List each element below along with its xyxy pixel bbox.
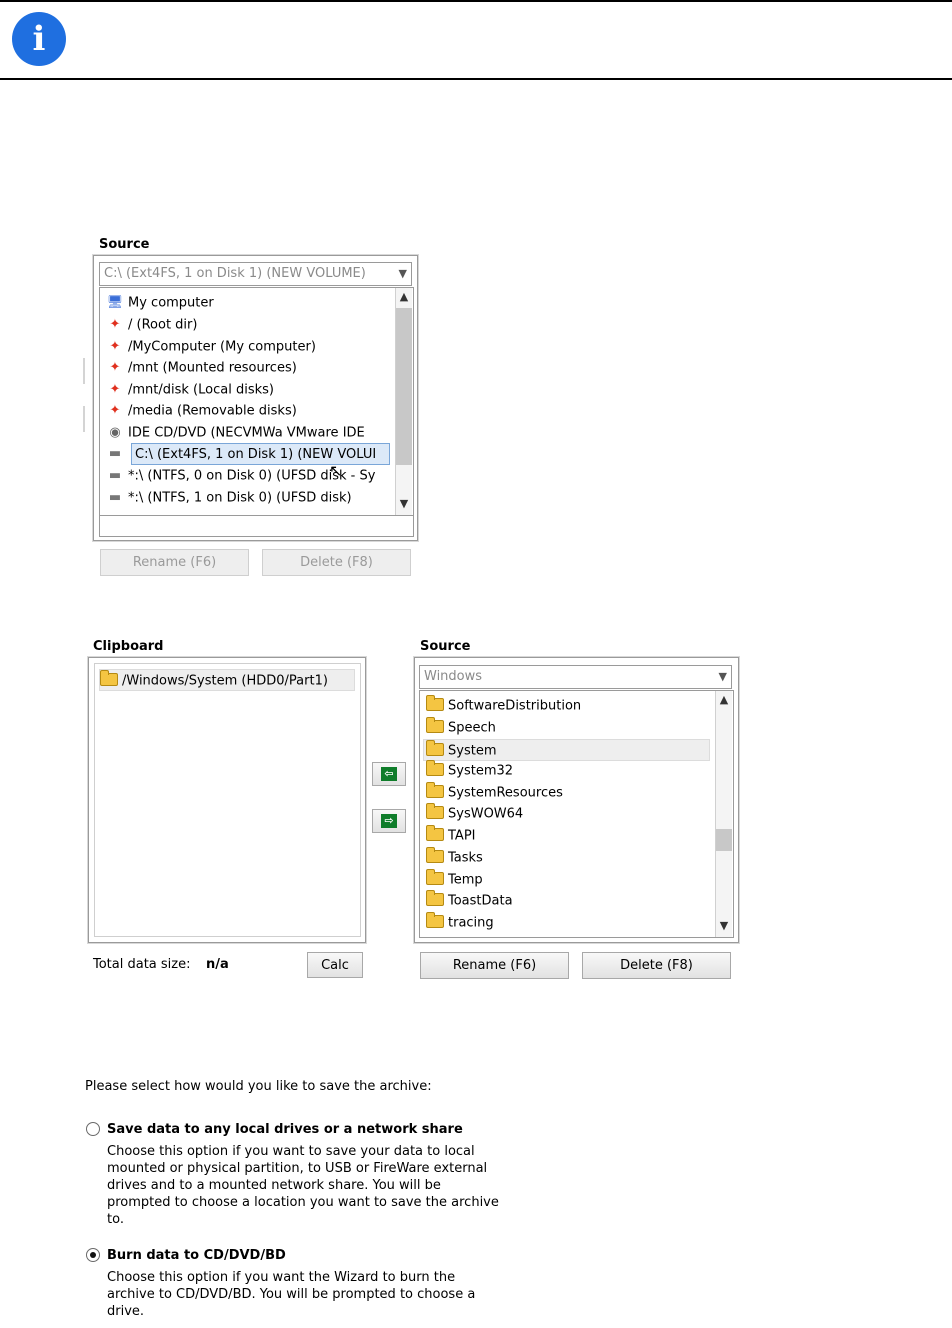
delete-button-1[interactable]: Delete (F8): [262, 549, 411, 576]
move-right-button[interactable]: ⇨: [372, 809, 406, 833]
mouse-cursor-icon: ↖: [329, 461, 343, 480]
arrow-left-icon: ⇦: [381, 767, 397, 781]
list-item[interactable]: SystemResources: [426, 782, 563, 804]
scroll-up-icon[interactable]: ▲: [396, 290, 412, 303]
linux-icon: ✦: [109, 403, 121, 418]
source-label-1: Source: [99, 237, 150, 252]
scroll-thumb[interactable]: [396, 308, 412, 465]
folder-icon: [426, 890, 444, 906]
cd-icon: ◉: [109, 425, 121, 440]
chevron-down-icon: ▼: [718, 670, 727, 683]
burn-disc-radio[interactable]: [86, 1248, 100, 1262]
list-item[interactable]: ✦/mnt (Mounted resources): [106, 357, 297, 379]
list-item[interactable]: ▬ *:\ (NTFS, 1 on Disk 0) (UFSD disk): [106, 487, 352, 509]
list-item[interactable]: SysWOW64: [426, 803, 523, 825]
save-local-radio[interactable]: [86, 1122, 100, 1136]
folder-icon: [426, 825, 444, 841]
list-item[interactable]: Speech: [426, 717, 496, 739]
list-item[interactable]: ✦/MyComputer (My computer): [106, 336, 316, 358]
scroll-down-icon[interactable]: ▼: [396, 497, 412, 510]
chevron-down-icon: ▼: [398, 267, 407, 280]
list-item[interactable]: ◉ IDE CD/DVD (NECVMWa VMware IDE: [106, 422, 364, 444]
clipboard-list[interactable]: /Windows/System (HDD0/Part1): [94, 663, 361, 937]
total-data-size-value: n/a: [206, 957, 229, 972]
list-item[interactable]: tracing: [426, 912, 494, 934]
source-list-2-scrollbar[interactable]: ▲ ▼: [715, 691, 732, 937]
info-icon: i: [12, 12, 66, 66]
list-item[interactable]: Temp: [426, 869, 483, 891]
linux-icon: ✦: [109, 317, 121, 332]
folder-icon: [426, 803, 444, 819]
list-item-highlighted[interactable]: System: [423, 739, 710, 761]
drive-icon-holder: ▬: [106, 443, 130, 465]
source-list-2[interactable]: SoftwareDistribution Speech System Syste…: [419, 690, 734, 938]
list-item[interactable]: System32: [426, 760, 513, 782]
list-item[interactable]: /Windows/System (HDD0/Part1): [99, 669, 355, 691]
folder-icon: [426, 740, 444, 756]
linux-icon: ✦: [109, 339, 121, 354]
source-list-1-scrollbar[interactable]: ▲ ▼: [395, 288, 412, 515]
list-item-selected[interactable]: C:\ (Ext4FS, 1 on Disk 1) (NEW VOLUI: [131, 443, 390, 465]
folder-icon: [426, 912, 444, 928]
list-item[interactable]: SoftwareDistribution: [426, 695, 581, 717]
source-combo-2-value: Windows: [424, 669, 483, 684]
burn-disc-description: Choose this option if you want the Wizar…: [107, 1270, 476, 1319]
source-combo-1[interactable]: C:\ (Ext4FS, 1 on Disk 1) (NEW VOLUME) ▼: [99, 262, 412, 286]
scroll-down-icon[interactable]: ▼: [716, 919, 732, 932]
scroll-thumb[interactable]: [716, 829, 732, 851]
total-data-size-label: Total data size:: [93, 957, 191, 972]
linux-icon: ✦: [109, 360, 121, 375]
source-combo-1-value: C:\ (Ext4FS, 1 on Disk 1) (NEW VOLUME): [104, 266, 366, 281]
burn-disc-title[interactable]: Burn data to CD/DVD/BD: [107, 1248, 286, 1263]
list-item[interactable]: TAPI: [426, 825, 476, 847]
save-local-description: Choose this option if you want to save y…: [107, 1144, 499, 1227]
drive-icon: ▬: [108, 446, 122, 461]
rename-button-1[interactable]: Rename (F6): [100, 549, 249, 576]
folder-icon: [426, 717, 444, 733]
list-item[interactable]: Tasks: [426, 847, 483, 869]
scroll-up-icon[interactable]: ▲: [716, 693, 732, 706]
save-local-title[interactable]: Save data to any local drives or a netwo…: [107, 1122, 463, 1137]
calc-button[interactable]: Calc: [307, 952, 363, 978]
folder-icon: [100, 670, 118, 686]
delete-button-2[interactable]: Delete (F8): [582, 952, 731, 979]
folder-icon: [426, 869, 444, 885]
top-rule: [0, 0, 952, 2]
list-item[interactable]: ✦/media (Removable disks): [106, 400, 297, 422]
clipboard-label: Clipboard: [93, 639, 164, 654]
arrow-right-icon: ⇨: [381, 814, 397, 828]
header-rule: [0, 78, 952, 80]
linux-icon: ✦: [109, 382, 121, 397]
list-item[interactable]: 🖥 My computer: [106, 292, 214, 314]
folder-icon: [426, 782, 444, 798]
side-mark: [83, 358, 85, 384]
folder-icon: [426, 760, 444, 776]
rename-button-2[interactable]: Rename (F6): [420, 952, 569, 979]
source-list-1[interactable]: 🖥 My computer ✦ / (Root dir) ✦/MyComputer …: [99, 287, 414, 516]
source-combo-2[interactable]: Windows ▼: [419, 665, 732, 689]
list-item[interactable]: ToastData: [426, 890, 513, 912]
folder-icon: [426, 695, 444, 711]
list-item[interactable]: ✦/mnt/disk (Local disks): [106, 379, 274, 401]
drive-icon: ▬: [108, 490, 122, 505]
move-left-button[interactable]: ⇦: [372, 762, 406, 786]
source-label-2: Source: [420, 639, 471, 654]
list-item[interactable]: ✦ / (Root dir): [106, 314, 198, 336]
side-mark: [83, 406, 85, 432]
drive-icon: ▬: [108, 468, 122, 483]
source-path-field-1[interactable]: [99, 515, 414, 537]
computer-icon: 🖥: [106, 295, 124, 310]
save-prompt: Please select how would you like to save…: [85, 1079, 432, 1094]
folder-icon: [426, 847, 444, 863]
